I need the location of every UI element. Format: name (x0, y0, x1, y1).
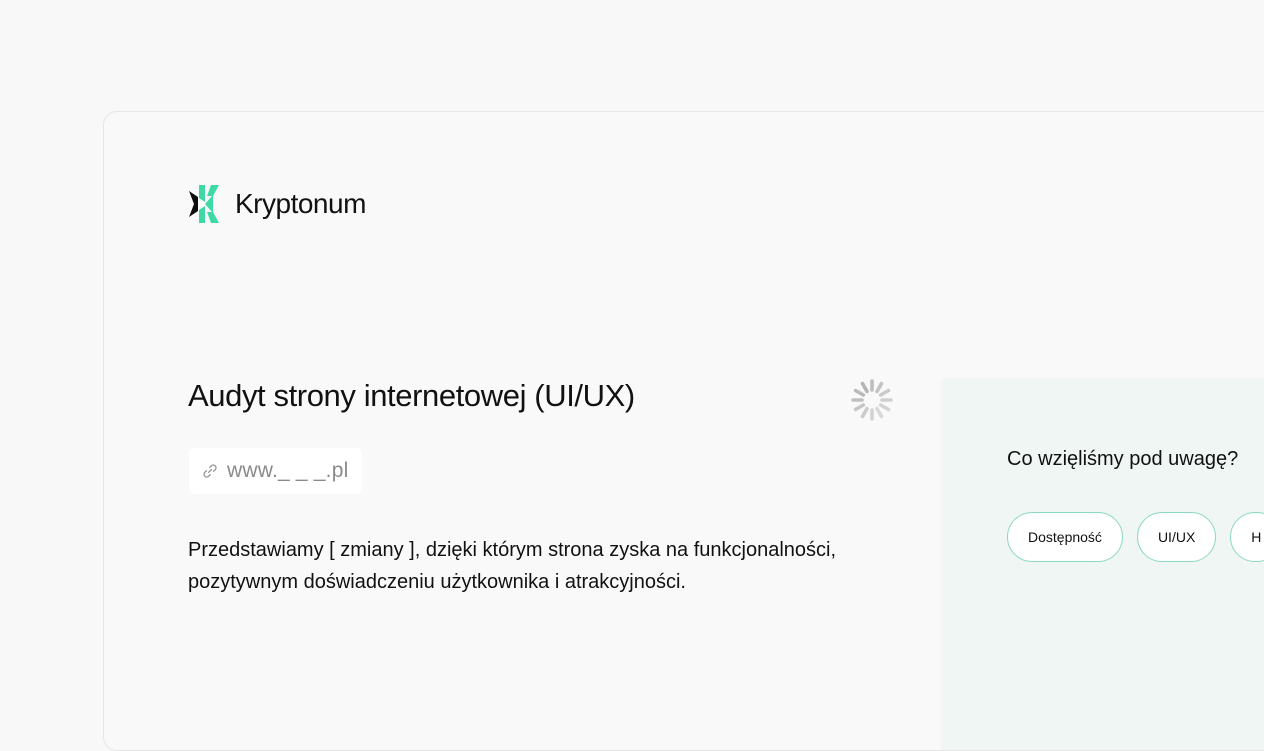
link-icon (203, 464, 217, 478)
considerations-title: Co wzięliśmy pod uwagę? (1007, 448, 1239, 470)
audit-description: Przedstawiamy [ zmiany ], dzięki którym … (188, 534, 928, 598)
kryptonum-logo-icon (189, 185, 219, 223)
loading-spinner-icon (851, 379, 893, 421)
audit-description-line-1: Przedstawiamy [ zmiany ], dzięki którym … (188, 539, 837, 561)
chip-partial[interactable]: H (1230, 512, 1264, 562)
audit-description-line-2: pozytywnym doświadczeniu użytkownika i a… (188, 571, 686, 593)
considerations-panel: Co wzięliśmy pod uwagę? Dostępność UI/UX… (941, 378, 1264, 750)
audit-card: Kryptonum Audyt strony internetowej (UI/… (103, 111, 1264, 751)
website-url-text: www._ _ _.pl (227, 459, 349, 482)
brand-logo[interactable]: Kryptonum (189, 184, 366, 224)
website-url-field[interactable]: www._ _ _.pl (189, 448, 363, 494)
considerations-chip-list: Dostępność UI/UX H (1007, 512, 1264, 562)
brand-name: Kryptonum (235, 188, 366, 219)
chip-ui-ux[interactable]: UI/UX (1136, 512, 1217, 562)
chip-dostepnosc[interactable]: Dostępność (1007, 512, 1123, 562)
page-title: Audyt strony internetowej (UI/UX) (188, 378, 635, 413)
